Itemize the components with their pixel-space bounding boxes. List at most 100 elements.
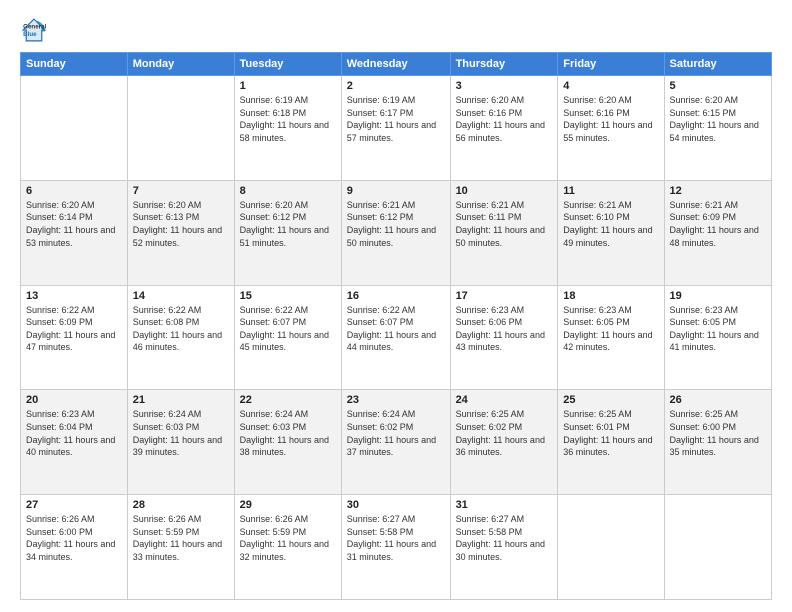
day-number: 7 [133, 185, 229, 197]
day-info: Sunrise: 6:21 AM Sunset: 6:12 PM Dayligh… [347, 199, 445, 249]
page: General Blue SundayMondayTuesdayWednesda… [0, 0, 792, 612]
weekday-header-tuesday: Tuesday [234, 53, 341, 76]
day-number: 13 [26, 290, 122, 302]
day-number: 28 [133, 499, 229, 511]
day-number: 10 [456, 185, 553, 197]
day-info: Sunrise: 6:25 AM Sunset: 6:00 PM Dayligh… [670, 408, 767, 458]
calendar-cell: 23 Sunrise: 6:24 AM Sunset: 6:02 PM Dayli… [341, 390, 450, 495]
day-number: 19 [670, 290, 767, 302]
day-info: Sunrise: 6:20 AM Sunset: 6:15 PM Dayligh… [670, 94, 767, 144]
weekday-header-wednesday: Wednesday [341, 53, 450, 76]
calendar-cell: 21 Sunrise: 6:24 AM Sunset: 6:03 PM Dayli… [127, 390, 234, 495]
day-info: Sunrise: 6:23 AM Sunset: 6:04 PM Dayligh… [26, 408, 122, 458]
day-number: 4 [563, 80, 658, 92]
weekday-header-thursday: Thursday [450, 53, 558, 76]
day-number: 8 [240, 185, 336, 197]
day-number: 22 [240, 394, 336, 406]
day-info: Sunrise: 6:26 AM Sunset: 6:00 PM Dayligh… [26, 513, 122, 563]
calendar-cell: 18 Sunrise: 6:23 AM Sunset: 6:05 PM Dayli… [558, 285, 664, 390]
day-info: Sunrise: 6:20 AM Sunset: 6:16 PM Dayligh… [456, 94, 553, 144]
day-number: 25 [563, 394, 658, 406]
day-info: Sunrise: 6:23 AM Sunset: 6:05 PM Dayligh… [670, 304, 767, 354]
day-info: Sunrise: 6:25 AM Sunset: 6:02 PM Dayligh… [456, 408, 553, 458]
day-number: 15 [240, 290, 336, 302]
day-info: Sunrise: 6:22 AM Sunset: 6:08 PM Dayligh… [133, 304, 229, 354]
logo-icon: General Blue [20, 16, 48, 44]
week-row-1: 6Sunrise: 6:20 AM Sunset: 6:14 PM Daylig… [21, 180, 772, 285]
day-number: 3 [456, 80, 553, 92]
day-info: Sunrise: 6:27 AM Sunset: 5:58 PM Dayligh… [456, 513, 553, 563]
day-number: 29 [240, 499, 336, 511]
calendar-cell [127, 76, 234, 181]
calendar-cell: 4 Sunrise: 6:20 AM Sunset: 6:16 PM Daylig… [558, 76, 664, 181]
day-number: 6 [26, 185, 122, 197]
day-info: Sunrise: 6:20 AM Sunset: 6:12 PM Dayligh… [240, 199, 336, 249]
day-info: Sunrise: 6:19 AM Sunset: 6:17 PM Dayligh… [347, 94, 445, 144]
calendar-cell: 30 Sunrise: 6:27 AM Sunset: 5:58 PM Dayli… [341, 495, 450, 600]
week-row-3: 20 Sunrise: 6:23 AM Sunset: 6:04 PM Dayli… [21, 390, 772, 495]
week-row-0: 1Sunrise: 6:19 AM Sunset: 6:18 PM Daylig… [21, 76, 772, 181]
day-info: Sunrise: 6:20 AM Sunset: 6:16 PM Dayligh… [563, 94, 658, 144]
day-number: 9 [347, 185, 445, 197]
week-row-4: 27 Sunrise: 6:26 AM Sunset: 6:00 PM Dayli… [21, 495, 772, 600]
day-info: Sunrise: 6:26 AM Sunset: 5:59 PM Dayligh… [133, 513, 229, 563]
calendar-cell: 24 Sunrise: 6:25 AM Sunset: 6:02 PM Dayli… [450, 390, 558, 495]
weekday-header-monday: Monday [127, 53, 234, 76]
day-number: 20 [26, 394, 122, 406]
day-info: Sunrise: 6:24 AM Sunset: 6:03 PM Dayligh… [240, 408, 336, 458]
calendar-cell: 26 Sunrise: 6:25 AM Sunset: 6:00 PM Dayli… [664, 390, 772, 495]
day-number: 21 [133, 394, 229, 406]
calendar-cell: 28 Sunrise: 6:26 AM Sunset: 5:59 PM Dayli… [127, 495, 234, 600]
day-number: 5 [670, 80, 767, 92]
day-number: 11 [563, 185, 658, 197]
calendar-cell: 17 Sunrise: 6:23 AM Sunset: 6:06 PM Dayli… [450, 285, 558, 390]
calendar-cell: 11 Sunrise: 6:21 AM Sunset: 6:10 PM Dayli… [558, 180, 664, 285]
calendar-cell: 3 Sunrise: 6:20 AM Sunset: 6:16 PM Daylig… [450, 76, 558, 181]
calendar-table: SundayMondayTuesdayWednesdayThursdayFrid… [20, 52, 772, 600]
calendar-cell: 14Sunrise: 6:22 AM Sunset: 6:08 PM Dayli… [127, 285, 234, 390]
calendar-cell: 25 Sunrise: 6:25 AM Sunset: 6:01 PM Dayli… [558, 390, 664, 495]
day-number: 16 [347, 290, 445, 302]
calendar-cell: 6Sunrise: 6:20 AM Sunset: 6:14 PM Daylig… [21, 180, 128, 285]
svg-text:Blue: Blue [23, 31, 37, 38]
calendar-cell: 31 Sunrise: 6:27 AM Sunset: 5:58 PM Dayli… [450, 495, 558, 600]
day-info: Sunrise: 6:20 AM Sunset: 6:13 PM Dayligh… [133, 199, 229, 249]
calendar-cell: 19 Sunrise: 6:23 AM Sunset: 6:05 PM Dayli… [664, 285, 772, 390]
logo: General Blue [20, 16, 52, 44]
day-info: Sunrise: 6:23 AM Sunset: 6:05 PM Dayligh… [563, 304, 658, 354]
day-info: Sunrise: 6:24 AM Sunset: 6:03 PM Dayligh… [133, 408, 229, 458]
weekday-header-sunday: Sunday [21, 53, 128, 76]
calendar-cell [21, 76, 128, 181]
day-number: 17 [456, 290, 553, 302]
day-number: 26 [670, 394, 767, 406]
day-number: 30 [347, 499, 445, 511]
day-info: Sunrise: 6:19 AM Sunset: 6:18 PM Dayligh… [240, 94, 336, 144]
day-info: Sunrise: 6:26 AM Sunset: 5:59 PM Dayligh… [240, 513, 336, 563]
day-info: Sunrise: 6:21 AM Sunset: 6:10 PM Dayligh… [563, 199, 658, 249]
day-info: Sunrise: 6:24 AM Sunset: 6:02 PM Dayligh… [347, 408, 445, 458]
day-number: 18 [563, 290, 658, 302]
calendar-cell: 7 Sunrise: 6:20 AM Sunset: 6:13 PM Daylig… [127, 180, 234, 285]
day-info: Sunrise: 6:25 AM Sunset: 6:01 PM Dayligh… [563, 408, 658, 458]
day-number: 31 [456, 499, 553, 511]
day-info: Sunrise: 6:22 AM Sunset: 6:07 PM Dayligh… [347, 304, 445, 354]
calendar-cell: 2 Sunrise: 6:19 AM Sunset: 6:17 PM Daylig… [341, 76, 450, 181]
day-number: 27 [26, 499, 122, 511]
calendar-cell: 22 Sunrise: 6:24 AM Sunset: 6:03 PM Dayli… [234, 390, 341, 495]
day-info: Sunrise: 6:21 AM Sunset: 6:09 PM Dayligh… [670, 199, 767, 249]
calendar-cell: 1Sunrise: 6:19 AM Sunset: 6:18 PM Daylig… [234, 76, 341, 181]
day-number: 2 [347, 80, 445, 92]
day-info: Sunrise: 6:21 AM Sunset: 6:11 PM Dayligh… [456, 199, 553, 249]
calendar-cell: 29 Sunrise: 6:26 AM Sunset: 5:59 PM Dayli… [234, 495, 341, 600]
calendar-cell: 16 Sunrise: 6:22 AM Sunset: 6:07 PM Dayli… [341, 285, 450, 390]
calendar-cell [664, 495, 772, 600]
day-info: Sunrise: 6:22 AM Sunset: 6:07 PM Dayligh… [240, 304, 336, 354]
svg-text:General: General [23, 23, 46, 30]
calendar-cell: 20 Sunrise: 6:23 AM Sunset: 6:04 PM Dayli… [21, 390, 128, 495]
header: General Blue [20, 16, 772, 44]
day-number: 23 [347, 394, 445, 406]
day-number: 24 [456, 394, 553, 406]
weekday-header-row: SundayMondayTuesdayWednesdayThursdayFrid… [21, 53, 772, 76]
day-info: Sunrise: 6:23 AM Sunset: 6:06 PM Dayligh… [456, 304, 553, 354]
day-info: Sunrise: 6:27 AM Sunset: 5:58 PM Dayligh… [347, 513, 445, 563]
